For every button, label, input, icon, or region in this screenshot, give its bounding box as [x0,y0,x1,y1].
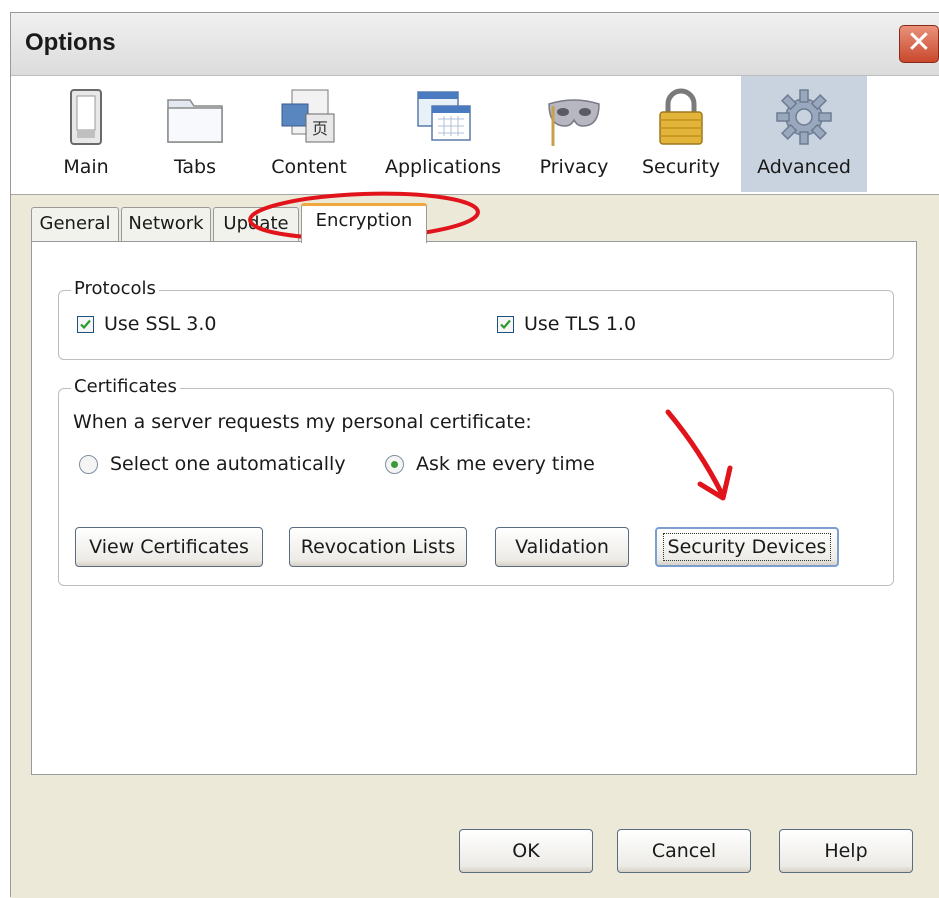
radio-ask-every-time[interactable]: Ask me every time [385,453,595,475]
content-icon: 页 [281,89,335,143]
certificate-prompt: When a server requests my personal certi… [73,411,532,433]
pane-label: Applications [384,156,502,178]
radio-ask-label: Ask me every time [416,453,595,475]
title-bar[interactable]: Options ✕ [11,13,939,76]
pane-security[interactable]: Security [631,76,731,192]
window-title: Options [25,29,116,56]
tls-checkbox[interactable] [497,315,514,333]
protocols-legend: Protocols [71,278,159,299]
padlock-icon [659,88,703,145]
checkmark-icon [500,319,511,329]
tab-update[interactable]: Update [213,207,299,241]
applications-icon [417,91,471,141]
pane-label: Tabs [173,156,217,178]
checkmark-icon [80,319,91,329]
close-icon: ✕ [906,25,932,60]
window-bottom-edge [11,875,939,898]
tab-network[interactable]: Network [121,207,211,241]
protocols-group: Protocols Use SSL 3.0 Use TLS 1.0 [58,278,894,360]
pane-applications[interactable]: Applications [373,76,513,192]
revocation-lists-button[interactable]: Revocation Lists [289,527,467,567]
pane-label: Advanced [757,156,851,178]
tls-label: Use TLS 1.0 [524,313,637,335]
ssl-checkbox-row[interactable]: Use SSL 3.0 [77,313,217,335]
security-devices-button[interactable]: Security Devices [655,527,839,567]
view-certificates-button[interactable]: View Certificates [75,527,263,567]
pane-label: Main [63,156,109,178]
ok-button[interactable]: OK [459,829,593,873]
tls-checkbox-row[interactable]: Use TLS 1.0 [497,313,636,335]
radio-auto-label: Select one automatically [110,453,346,475]
options-window: Options ✕ Main Tabs 页 Content Applicatio… [10,12,939,898]
pane-label: Content [271,156,347,178]
encryption-panel: Protocols Use SSL 3.0 Use TLS 1.0 Certif… [31,241,917,775]
switch-icon [70,89,102,145]
tab-general[interactable]: General [31,207,119,241]
certificates-group: Certificates When a server requests my p… [58,376,894,586]
advanced-tabs: General Network Update Encryption [11,203,939,243]
gear-icon [776,89,832,145]
mask-icon [548,99,600,146]
close-button[interactable]: ✕ [899,25,939,63]
pane-advanced[interactable]: Advanced [741,76,867,192]
pane-content[interactable]: 页 Content [259,76,359,192]
svg-text:页: 页 [312,119,328,138]
radio-select-automatically[interactable]: Select one automatically [79,453,346,475]
help-button[interactable]: Help [779,829,913,873]
validation-button[interactable]: Validation [495,527,629,567]
certificates-legend: Certificates [71,376,180,397]
preferences-toolbar: Main Tabs 页 Content Applications Privacy… [11,76,939,195]
pane-label: Privacy [539,156,609,178]
ssl-checkbox[interactable] [77,315,94,333]
pane-privacy[interactable]: Privacy [527,76,621,192]
tab-encryption[interactable]: Encryption [301,203,427,243]
security-devices-label: Security Devices [662,533,832,561]
cancel-button[interactable]: Cancel [617,829,751,873]
pane-main[interactable]: Main [51,76,121,192]
ssl-label: Use SSL 3.0 [104,313,217,335]
pane-label: Security [641,156,721,178]
radio-auto-indicator[interactable] [79,454,98,474]
pane-tabs[interactable]: Tabs [155,76,235,192]
tabs-icon [167,99,223,143]
radio-ask-indicator[interactable] [385,454,404,474]
